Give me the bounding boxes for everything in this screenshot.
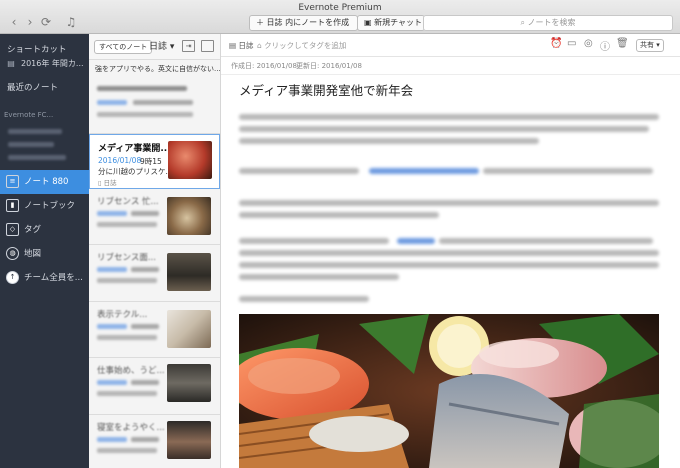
sync-icon[interactable]: ⟳	[38, 15, 54, 29]
sidebar: ショートカット ▤ 2016年 年間カ... 最近のノート Evernote FC…	[0, 34, 89, 468]
reminder-icon[interactable]: ⏰	[550, 38, 562, 49]
note-thumbnail	[167, 253, 211, 291]
share-button[interactable]: 共有 ▾	[636, 39, 664, 52]
note-title: 寝室をようやく...	[97, 423, 165, 433]
new-chat-button[interactable]: ▣ 新規チャット	[357, 15, 425, 31]
globe-icon: ◍	[6, 247, 19, 260]
bell-icon[interactable]: ♫	[63, 15, 79, 29]
chat-icon: ▣	[364, 18, 375, 27]
info-icon[interactable]: ⓘ	[600, 38, 610, 53]
back-icon[interactable]: ‹	[6, 15, 22, 29]
sashimi-photo	[239, 314, 659, 468]
sidebar-item-label: 地図	[24, 249, 42, 259]
note-metadata: 作成日: 2016/01/08 更新日: 2016/01/08	[221, 56, 680, 75]
forward-icon[interactable]: ›	[22, 15, 38, 29]
share-label: 共有	[640, 41, 654, 49]
sidebar-item-notebooks[interactable]: ▮ ノートブック	[0, 194, 89, 218]
notebook-icon: ▮	[6, 199, 19, 212]
note-title: メディア事業開...	[98, 144, 171, 154]
note-thumbnail	[167, 421, 211, 459]
shortcut-item-label: 2016年 年間カ...	[21, 59, 84, 68]
tag-placeholder: クリックしてタグを追加	[264, 41, 347, 50]
notebook-picker[interactable]: ▤ 日誌	[229, 40, 253, 51]
search-icon: ⌕	[520, 18, 528, 27]
notes-count: 880	[52, 177, 69, 187]
recent-item[interactable]	[8, 142, 54, 147]
list-item-selected[interactable]: メディア事業開... 2016/01/08 9時15 分に川越のプリスケ... …	[89, 134, 220, 189]
search-input[interactable]: ⌕ ノートを検索	[423, 15, 673, 31]
note-editor: ▤ 日誌 ⌂ クリックしてタグを追加 ⏰ ▭ ◎ ⓘ 🗑 共有 ▾ 作成日: 2…	[221, 34, 680, 468]
list-item[interactable]: リブセンス 忙...	[89, 189, 220, 245]
present-icon[interactable]: ▭	[567, 38, 576, 49]
present-icon[interactable]: ⇥	[182, 40, 195, 52]
all-notes-filter[interactable]: すべてのノート	[94, 40, 153, 54]
recent-heading: 最近のノート	[7, 83, 59, 93]
recent-item[interactable]: Evernote FC...	[4, 106, 93, 124]
note-list: すべてのノート 日誌 ▾ ⇥ 強をアプリでやる。英文に自信がない... メディア…	[89, 34, 221, 468]
list-item[interactable]: 表示テクル...	[89, 302, 220, 358]
sidebar-item-invite-team[interactable]: ↑ チーム全員を...	[0, 266, 89, 290]
trash-icon[interactable]: 🗑	[616, 38, 629, 49]
created-date: 作成日: 2016/01/08	[231, 62, 297, 70]
note-icon: ≡	[6, 175, 19, 188]
sidebar-item-notes[interactable]: ≡ ノート 880	[0, 170, 89, 194]
window-titlebar: Evernote Premium ‹ › ⟳ ♫ ＋ 日誌 内にノートを作成 ▣…	[0, 0, 680, 34]
window-title: Evernote Premium	[298, 3, 382, 13]
view-toggle-icon[interactable]	[201, 40, 214, 52]
notebook-selector[interactable]: 日誌 ▾	[149, 39, 174, 52]
editor-toolbar: ▤ 日誌 ⌂ クリックしてタグを追加 ⏰ ▭ ◎ ⓘ 🗑 共有 ▾	[221, 34, 680, 57]
sidebar-item-label: ノートブック	[24, 201, 76, 211]
new-note-button[interactable]: ＋ 日誌 内にノートを作成	[249, 15, 358, 31]
note-thumbnail	[167, 310, 211, 348]
note-title: リブセンス面...	[97, 253, 156, 263]
recent-item[interactable]	[8, 129, 62, 134]
new-chat-label: 新規チャット	[374, 18, 423, 27]
note-title: 仕事始め、うど...	[97, 366, 165, 376]
note-thumbnail	[167, 364, 211, 402]
shortcut-item[interactable]: ▤ 2016年 年間カ...	[0, 55, 89, 73]
shortcuts-heading: ショートカット	[7, 45, 67, 55]
note-tag-label: 日誌	[103, 179, 117, 187]
recent-item[interactable]	[8, 155, 66, 160]
shortcut-icon[interactable]: ◎	[584, 38, 593, 49]
note-title: 表示テクル...	[97, 310, 148, 320]
sidebar-item-map[interactable]: ◍ 地図	[0, 242, 89, 266]
list-item[interactable]	[89, 76, 220, 134]
tag-input[interactable]: ⌂ クリックしてタグを追加	[257, 40, 346, 51]
note-snippet: 分に川越のプリスケ...	[98, 167, 173, 176]
list-item[interactable]: 寝室をようやく...	[89, 415, 220, 468]
list-item[interactable]: リブセンス面...	[89, 245, 220, 302]
sidebar-item-label: タグ	[24, 225, 42, 235]
note-title: リブセンス 忙...	[97, 197, 159, 207]
sidebar-item-tags[interactable]: ◇ タグ	[0, 218, 89, 242]
note-date: 2016/01/08	[98, 156, 142, 165]
notebook-label: 日誌	[238, 41, 254, 50]
note-thumbnail	[167, 197, 211, 235]
add-icon: ↑	[6, 271, 19, 284]
calendar-icon: ▤	[7, 59, 15, 68]
note-tag: ▯ 日誌	[98, 179, 117, 187]
note-snippet: 強をアプリでやる。英文に自信がない...	[95, 65, 221, 73]
list-item[interactable]: 仕事始め、うど...	[89, 358, 220, 415]
note-list-header: すべてのノート 日誌 ▾ ⇥	[89, 34, 220, 60]
tag-icon: ◇	[6, 223, 19, 236]
note-thumbnail	[168, 141, 212, 179]
note-photo	[239, 314, 659, 468]
note-title[interactable]: メディア事業開発室他で新年会	[239, 80, 413, 99]
sidebar-item-label: ノート	[24, 177, 50, 187]
search-placeholder: ノートを検索	[527, 18, 576, 27]
sidebar-item-label: チーム全員を...	[24, 273, 83, 283]
updated-date: 更新日: 2016/01/08	[296, 62, 362, 70]
